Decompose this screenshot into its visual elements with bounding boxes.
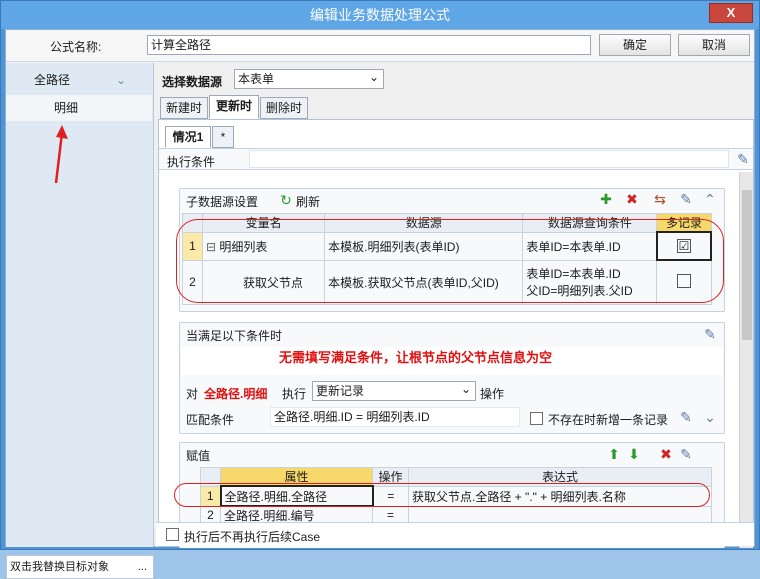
for-label: 对 <box>186 387 199 401</box>
datasource-label: 选择数据源 <box>162 75 223 89</box>
edit-icon[interactable]: ✎ <box>678 191 694 207</box>
formula-name-label: 公式名称: <box>50 40 102 54</box>
exec-condition-row: 执行条件 ✎ <box>159 148 753 170</box>
no-continue-checkbox[interactable] <box>166 528 179 541</box>
condition-input-area[interactable]: 无需填写满足条件，让根节点的父节点信息为空 <box>181 347 723 375</box>
dialog-client: 公式名称: 计算全路径 确定 取消 全路径 ⌄ 明细 双击我替换目标对象 ... <box>5 29 755 579</box>
insert-if-missing-checkbox[interactable] <box>530 412 543 425</box>
no-continue-label: 执行后不再执行后续Case <box>184 530 321 544</box>
condition-title: 当满足以下条件时 <box>186 329 283 343</box>
vertical-scrollbar[interactable] <box>739 172 753 548</box>
datasource-select[interactable]: 本表单 ⌄ <box>234 69 384 89</box>
target-tree: 全路径 ⌄ 明细 双击我替换目标对象 ... <box>6 63 154 579</box>
replace-target-hint-label: 双击我替换目标对象 <box>10 561 109 573</box>
footer-bar: 执行后不再执行后续Case <box>156 522 754 546</box>
tree-node-root[interactable]: 全路径 ⌄ <box>6 67 152 93</box>
tab-delete[interactable]: 删除时 <box>260 97 308 119</box>
subtab-new[interactable]: * <box>212 126 234 148</box>
subsource-title: 子数据源设置 <box>186 195 259 209</box>
chevron-down-icon: ⌄ <box>116 73 127 87</box>
tree-node-detail-label: 明细 <box>54 101 79 115</box>
match-label: 匹配条件 <box>186 413 235 427</box>
expand-icon[interactable]: ⌄ <box>702 409 718 425</box>
exec-condition-input[interactable] <box>249 150 729 168</box>
edit-icon[interactable]: ✎ <box>678 409 694 425</box>
formula-bar: 公式名称: 计算全路径 确定 取消 <box>6 30 754 62</box>
annotation-text: 无需填写满足条件，让根节点的父节点信息为空 <box>279 350 553 365</box>
refresh-button[interactable]: 刷新 <box>296 193 320 210</box>
cancel-button[interactable]: 取消 <box>678 34 750 56</box>
edit-icon[interactable]: ✎ <box>678 446 694 462</box>
case-content: 子数据源设置 ↻ 刷新 ✚ ✖ ⇆ ✎ ⌃ 变量名 数据源 数据源查询条件 多记… <box>159 172 753 548</box>
assignment-title: 赋值 <box>186 449 211 463</box>
chevron-down-icon: ⌄ <box>460 382 471 396</box>
condition-section: 当满足以下条件时 ✎ 无需填写满足条件，让根节点的父节点信息为空 对 全路径.明… <box>179 322 725 434</box>
import-icon[interactable]: ⇆ <box>652 191 668 207</box>
insert-if-missing-label: 不存在时新增一条记录 <box>548 413 669 427</box>
add-icon[interactable]: ✚ <box>598 191 614 207</box>
chevron-down-icon: ⌄ <box>368 70 379 84</box>
formula-name-input[interactable]: 计算全路径 <box>147 35 591 55</box>
tree-node-root-label: 全路径 <box>34 73 71 87</box>
edit-icon[interactable]: ✎ <box>735 151 751 167</box>
tab-update[interactable]: 更新时 <box>209 95 259 119</box>
exec-action-value: 更新记录 <box>316 384 365 398</box>
exec-label: 执行 <box>282 387 307 401</box>
main-pane: 选择数据源 本表单 ⌄ 新建时 更新时 删除时 情况1 * 执行条件 ✎ 子数据… <box>156 63 754 548</box>
ok-button[interactable]: 确定 <box>599 34 671 56</box>
scrollbar-thumb[interactable] <box>742 190 752 340</box>
subtab-case1[interactable]: 情况1 <box>165 126 211 148</box>
match-condition-input[interactable]: 全路径.明细.ID = 明细列表.ID <box>270 407 520 427</box>
arrow-down-icon[interactable]: ⬇ <box>626 446 642 462</box>
more-button[interactable]: ... <box>138 556 147 578</box>
target-name: 全路径.明细 <box>204 387 268 401</box>
annotation-ellipse <box>176 219 724 303</box>
exec-condition-label: 执行条件 <box>167 155 216 169</box>
collapse-icon[interactable]: ⌃ <box>702 191 718 207</box>
annotation-arrow-icon <box>48 123 72 187</box>
exec-action-select[interactable]: 更新记录 ⌄ <box>312 381 476 401</box>
update-tab-panel: 情况1 * 执行条件 ✎ 子数据源设置 ↻ 刷新 ✚ ✖ ⇆ ✎ ⌃ 变量名 数… <box>158 119 754 548</box>
dialog-window: 编辑业务数据处理公式 X 公式名称: 计算全路径 确定 取消 全路径 ⌄ 明细 … <box>0 0 760 579</box>
window-title: 编辑业务数据处理公式 <box>310 7 450 23</box>
refresh-icon[interactable]: ↻ <box>278 192 294 208</box>
edit-icon[interactable]: ✎ <box>702 326 718 342</box>
replace-target-hint[interactable]: 双击我替换目标对象 ... <box>6 555 154 579</box>
close-button[interactable]: X <box>709 3 753 23</box>
operation-label: 操作 <box>480 387 505 401</box>
tab-create[interactable]: 新建时 <box>160 97 208 119</box>
tree-node-detail[interactable]: 明细 <box>6 95 152 121</box>
delete-icon[interactable]: ✖ <box>658 446 674 462</box>
title-bar: 编辑业务数据处理公式 X <box>1 1 759 29</box>
arrow-up-icon[interactable]: ⬆ <box>606 446 622 462</box>
annotation-ellipse <box>174 483 710 507</box>
datasource-select-value: 本表单 <box>238 72 275 86</box>
subsource-section: 子数据源设置 ↻ 刷新 ✚ ✖ ⇆ ✎ ⌃ 变量名 数据源 数据源查询条件 多记… <box>176 188 725 312</box>
delete-icon[interactable]: ✖ <box>624 191 640 207</box>
